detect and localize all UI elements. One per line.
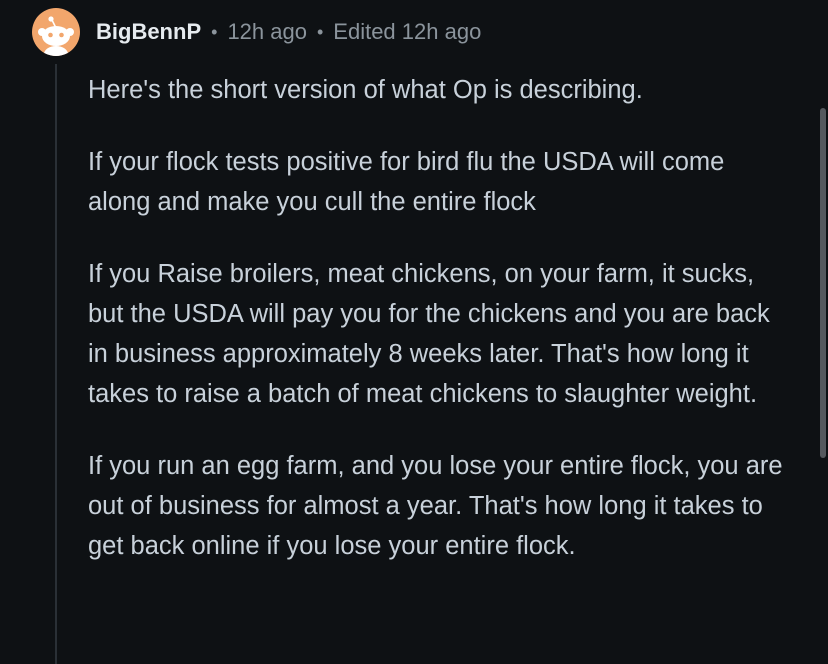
comment-paragraph: Here's the short version of what Op is d… bbox=[88, 76, 643, 104]
comment-header: BigBennP • 12h ago • Edited 12h ago bbox=[32, 8, 481, 56]
scrollbar[interactable] bbox=[820, 108, 826, 458]
comment-paragraph: If you run an egg farm, and you lose you… bbox=[88, 452, 783, 560]
user-avatar-icon[interactable] bbox=[32, 8, 80, 56]
comment-body: Here's the short version of what Op is d… bbox=[88, 70, 793, 598]
comment-paragraph: If you Raise broilers, meat chickens, on… bbox=[88, 260, 770, 408]
thread-line[interactable] bbox=[55, 64, 57, 664]
username[interactable]: BigBennP bbox=[96, 19, 201, 45]
meta-separator: • bbox=[316, 21, 324, 42]
timestamp[interactable]: 12h ago bbox=[227, 19, 307, 45]
comment-paragraph: If your flock tests positive for bird fl… bbox=[88, 148, 725, 216]
meta-separator: • bbox=[211, 21, 218, 42]
edited-timestamp: Edited 12h ago bbox=[333, 19, 482, 44]
